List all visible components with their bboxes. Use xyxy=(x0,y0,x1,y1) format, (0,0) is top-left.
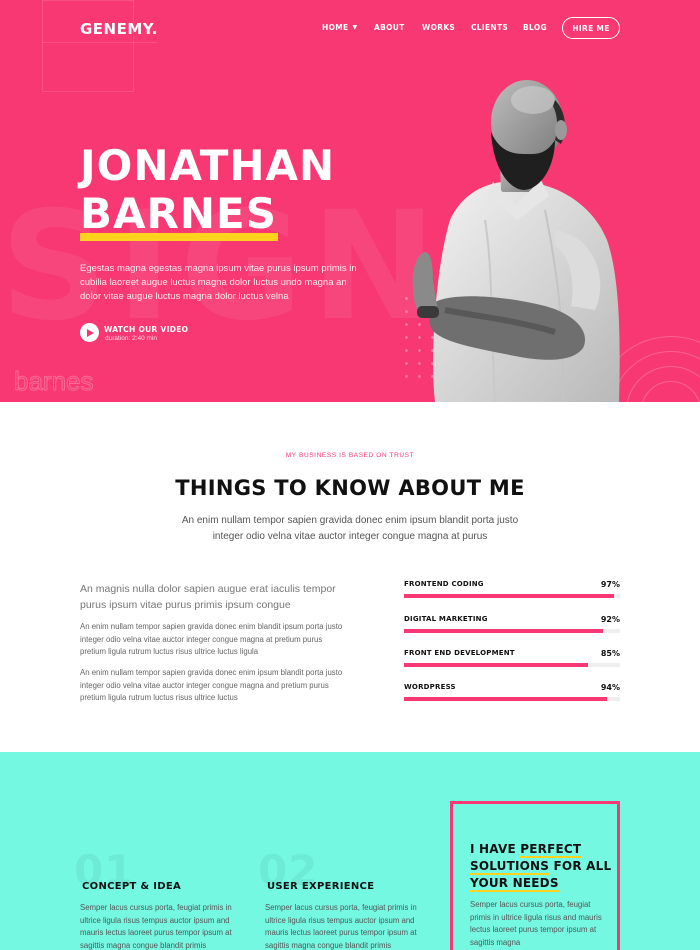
skill-percent: 85% xyxy=(600,649,620,658)
portrait-image xyxy=(412,80,620,402)
service-title: CONCEPT & IDEA xyxy=(82,881,182,892)
skill-percent: 94% xyxy=(600,683,620,692)
hero-section: SIGN barnes GENEMY. HOME ▼ ABOUT WORKS CL… xyxy=(0,0,700,402)
skill-progress-track xyxy=(404,594,620,598)
services-section: 01 CONCEPT & IDEA Semper lacus cursus po… xyxy=(0,752,700,950)
nav-home-label: HOME xyxy=(322,23,349,32)
watch-video-link[interactable]: WATCH OUR VIDEO xyxy=(104,325,188,334)
nav-home[interactable]: HOME ▼ xyxy=(322,23,357,32)
about-paragraph: An enim nullam tempor sapien gravida don… xyxy=(80,668,343,702)
skill-name: WORDPRESS xyxy=(404,683,456,691)
box-title-part: FOR ALL xyxy=(549,859,612,873)
box-title-part: I HAVE xyxy=(470,842,521,856)
hero-name-last: BARNES xyxy=(80,189,277,238)
skill-frontend-coding: FRONTEND CODING 97% xyxy=(404,580,620,604)
hero-name-first: JONATHAN xyxy=(80,141,336,190)
solutions-box-title: I HAVE PERFECT SOLUTIONS FOR ALL YOUR NE… xyxy=(470,841,615,892)
skill-progress-track xyxy=(404,663,620,667)
chevron-down-icon: ▼ xyxy=(352,24,358,31)
hero-background-small-word: barnes xyxy=(14,366,94,397)
nav-works[interactable]: WORKS xyxy=(422,23,455,32)
box-title-highlight: YOUR NEEDS xyxy=(470,876,559,892)
nav-about[interactable]: ABOUT xyxy=(374,23,405,32)
hero-name: JONATHAN BARNES xyxy=(80,142,335,238)
about-paragraph: An enim nullam tempor sapien gravida don… xyxy=(80,622,343,656)
section-eyebrow: MY BUSINESS IS BASED ON TRUST xyxy=(285,452,415,459)
skill-progress-fill xyxy=(404,629,603,633)
skill-digital-marketing: DIGITAL MARKETING 92% xyxy=(404,615,620,639)
hire-me-button[interactable]: HIRE ME xyxy=(562,17,620,39)
skill-front-end-development: FRONT END DEVELOPMENT 85% xyxy=(404,649,620,673)
skill-name: FRONT END DEVELOPMENT xyxy=(404,649,515,657)
skill-progress-fill xyxy=(404,594,614,598)
about-lead-text: An magnis nulla dolor sapien augue erat … xyxy=(80,583,336,611)
video-duration: duration: 2:40 min xyxy=(105,335,158,342)
skill-wordpress: WORDPRESS 94% xyxy=(404,683,620,707)
skill-percent: 92% xyxy=(600,615,620,624)
service-text: Semper lacus cursus porta, feugiat primi… xyxy=(265,903,417,950)
play-icon[interactable] xyxy=(80,323,99,342)
skill-name: FRONTEND CODING xyxy=(404,580,484,588)
name-underline xyxy=(80,233,278,241)
section-subtitle: An enim nullam tempor sapien gravida don… xyxy=(181,515,519,542)
nav-clients[interactable]: CLIENTS xyxy=(471,23,508,32)
service-text: Semper lacus cursus porta, feugiat primi… xyxy=(80,903,232,950)
solutions-box: I HAVE PERFECT SOLUTIONS FOR ALL YOUR NE… xyxy=(450,801,620,950)
skill-name: DIGITAL MARKETING xyxy=(404,615,488,623)
skill-progress-track xyxy=(404,697,620,701)
decorative-line xyxy=(42,42,157,43)
section-title: THINGS TO KNOW ABOUT ME xyxy=(175,476,525,500)
site-logo[interactable]: GENEMY. xyxy=(80,20,158,38)
skill-progress-track xyxy=(404,629,620,633)
hero-description: Egestas magna egestas magna ipsum vitae … xyxy=(80,263,357,302)
nav-blog[interactable]: BLOG xyxy=(523,23,547,32)
skill-progress-fill xyxy=(404,697,608,701)
decorative-frame xyxy=(42,0,134,92)
service-title: USER EXPERIENCE xyxy=(267,881,375,892)
solutions-box-text: Semper lacus cursus porta, feugiat primi… xyxy=(470,900,602,947)
skill-progress-fill xyxy=(404,663,588,667)
skill-percent: 97% xyxy=(600,580,620,589)
